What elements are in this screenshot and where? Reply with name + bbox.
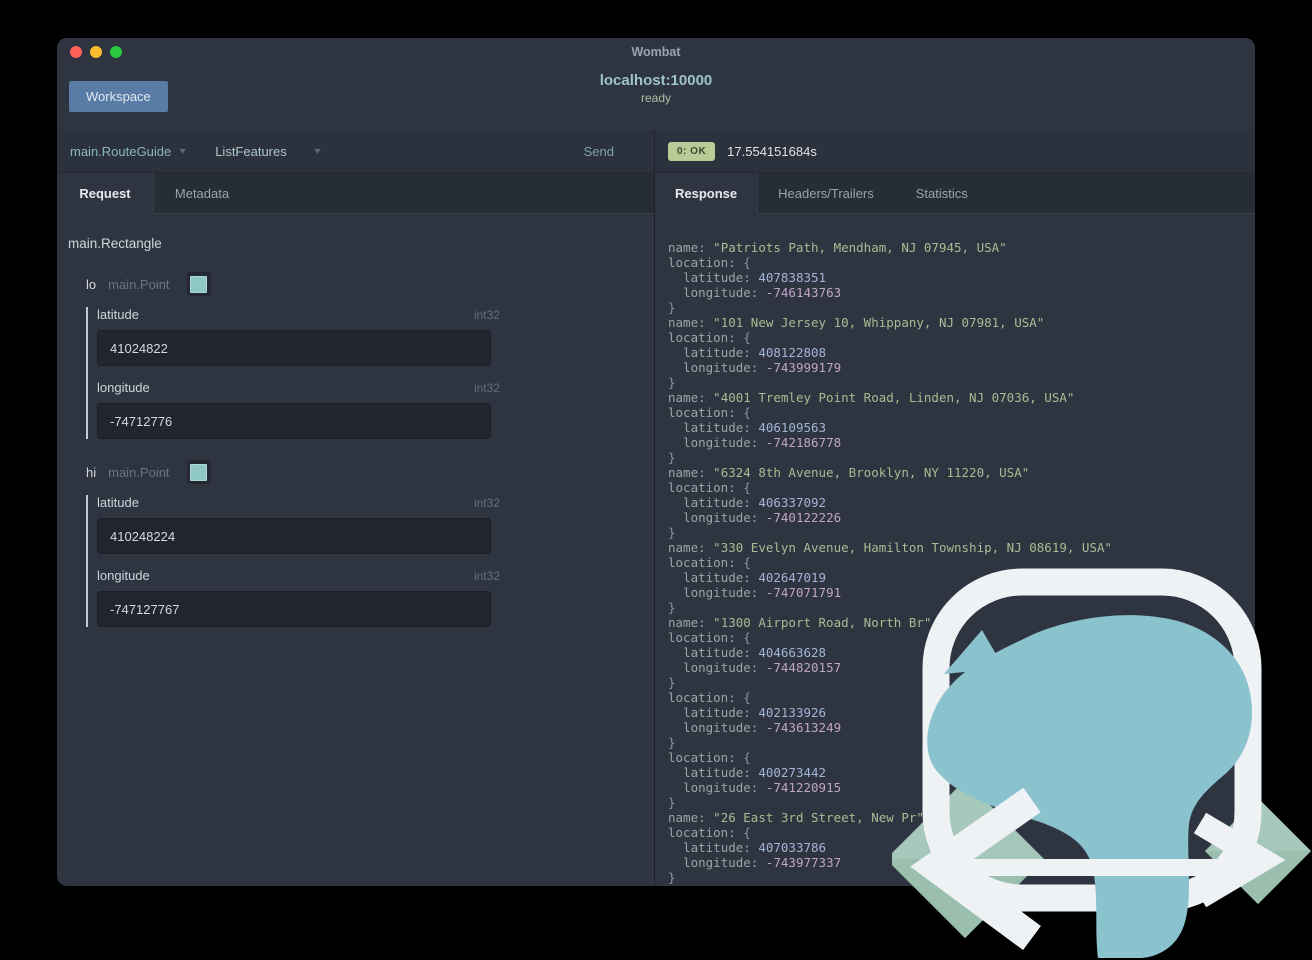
tab-statistics[interactable]: Statistics [894,173,990,213]
request-panel: main.RouteGuide ▾ ListFeatures ▾ Send Re… [57,130,655,886]
field-name: lo [86,276,97,292]
response-line: name: "101 New Jersey 10, Whippany, NJ 0… [668,315,1045,330]
response-line: name: "4001 Tremley Point Road, Linden, … [668,390,1075,405]
response-line: location: { [668,690,751,705]
hi-latitude-input[interactable] [97,518,491,554]
field-type: main.Point [108,464,170,480]
response-toolbar: 0: OK 17.554151684s [655,130,1255,173]
window-title: Wombat [631,45,681,59]
longitude-label: longitude [97,568,150,583]
tab-request[interactable]: Request [57,173,154,214]
latitude-label: latitude [97,495,139,510]
response-line: name: "26 East 3rd Street, New Pr" [668,810,924,825]
request-form: main.Rectangle lo main.Point latitude in… [57,214,654,886]
response-line: latitude: 406109563 [683,420,827,435]
header: Workspace localhost:10000 ready [57,66,1255,130]
latitude-type: int32 [473,496,500,510]
status-badge: 0: OK [668,141,716,161]
response-line: latitude: 404663628 [683,645,827,660]
title-bar: Wombat [57,38,1255,66]
response-scroll-area[interactable]: name: "Patriots Path, Mendham, NJ 07945,… [655,214,1255,886]
response-line: longitude: -744820157 [683,660,842,675]
tab-metadata[interactable]: Metadata [154,173,250,213]
response-line: longitude: -747071791 [683,585,842,600]
longitude-type: int32 [473,569,500,583]
response-line: location: { [668,555,751,570]
wombat-window: Wombat Workspace localhost:10000 ready m… [57,38,1255,886]
method-select[interactable]: ListFeatures [215,144,287,159]
latitude-type: int32 [473,308,500,322]
latitude-label: latitude [97,307,139,322]
response-line: name: "Patriots Path, Mendham, NJ 07945,… [668,240,1007,255]
zoom-button[interactable] [110,46,122,58]
longitude-label: longitude [97,380,150,395]
response-line: } [668,795,676,810]
field-group-hi: hi main.Point latitude int32 410248224 l… [86,459,654,627]
response-line: location: { [668,480,751,495]
request-tab-bar: Request Metadata [57,173,654,214]
longitude-type: int32 [473,381,500,395]
response-line: name: "330 Evelyn Avenue, Hamilton Towns… [668,540,1113,555]
screen: Wombat Workspace localhost:10000 ready m… [0,0,1312,960]
server-address: localhost:10000 [599,72,713,89]
hi-longitude-input[interactable] [97,591,491,627]
response-line: longitude: -746143763 [683,285,842,300]
duration-label: 17.554151684s [727,143,817,159]
traffic-lights [70,46,122,58]
checkbox-checked-icon [190,463,208,481]
response-line: } [668,675,676,690]
field-lo-checkbox[interactable] [186,272,211,296]
response-line: location: { [668,330,751,345]
response-line: longitude: -743977337 [683,855,842,870]
response-line: location: { [668,630,751,645]
request-toolbar: main.RouteGuide ▾ ListFeatures ▾ Send [57,130,654,173]
lo-latitude-input[interactable] [97,330,491,366]
response-line: latitude: 402133926 [683,705,827,720]
response-line: name: "1300 Airport Road, North Br" [668,615,932,630]
response-line: longitude: -743999179 [683,360,842,375]
response-line: latitude: 406337092 [683,495,827,510]
minimize-button[interactable] [90,46,102,58]
connection-status: ready [640,91,672,105]
field-hi-checkbox[interactable] [186,460,211,484]
response-line: location: { [668,750,751,765]
main-split: main.RouteGuide ▾ ListFeatures ▾ Send Re… [57,130,1255,886]
chevron-down-icon[interactable]: ▾ [179,146,186,157]
response-line: location: { [668,255,751,270]
response-line: longitude: -740122226 [683,510,842,525]
field-type: main.Point [108,276,170,292]
response-line: latitude: 408122808 [683,345,827,360]
response-panel: 0: OK 17.554151684s Response Headers/Tra… [655,130,1255,886]
tab-headers-trailers[interactable]: Headers/Trailers [758,173,894,213]
response-line: name: "6324 8th Avenue, Brooklyn, NY 112… [668,465,1030,480]
chevron-down-icon[interactable]: ▾ [314,146,321,157]
response-line: latitude: 407033786 [683,840,827,855]
service-select[interactable]: main.RouteGuide [70,144,171,159]
server-status: localhost:10000 ready [57,72,1255,105]
response-line: latitude: 400273442 [683,765,827,780]
response-line: longitude: -742186778 [683,435,842,450]
lo-longitude-input[interactable] [97,403,491,439]
response-line: } [668,300,676,315]
checkbox-checked-icon [190,275,208,293]
field-group-lo: lo main.Point latitude int32 41024822 lo… [86,271,654,439]
response-line: longitude: -743613249 [683,720,842,735]
send-button[interactable]: Send [578,143,620,160]
response-line: } [668,870,676,885]
response-line: latitude: 407838351 [683,270,827,285]
field-name: hi [86,464,97,480]
response-line: } [668,450,676,465]
response-line: latitude: 402647019 [683,570,827,585]
message-type-label: main.Rectangle [68,236,162,251]
response-line: longitude: -741220915 [683,780,842,795]
response-line: } [668,375,676,390]
response-line: } [668,600,676,615]
tab-response[interactable]: Response [655,173,759,214]
close-button[interactable] [70,46,82,58]
response-line: } [668,525,676,540]
response-line: location: { [668,825,751,840]
response-line: location: { [668,405,751,420]
response-line: } [668,735,676,750]
response-tab-bar: Response Headers/Trailers Statistics [655,173,1255,214]
